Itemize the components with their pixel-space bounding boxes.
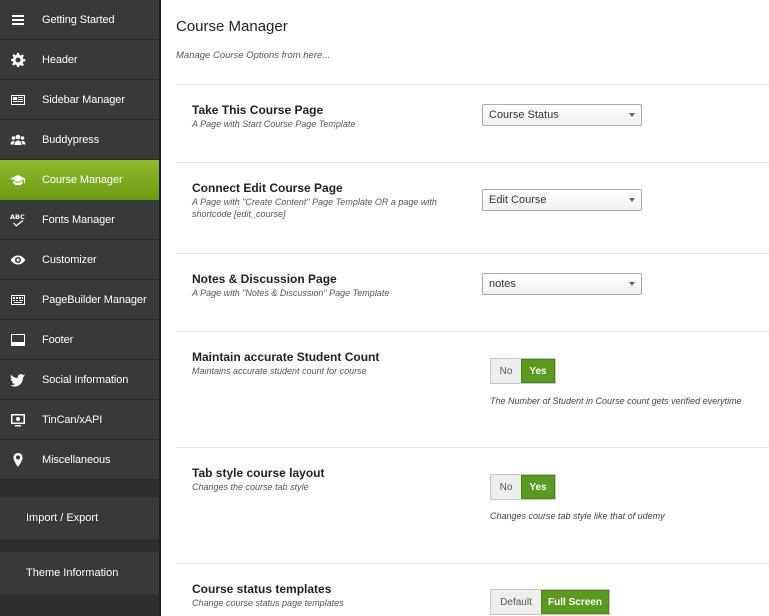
option-title: Notes & Discussion Page [192, 272, 337, 286]
sidebar-item-label: Course Manager [42, 173, 123, 186]
spellcheck-icon: ABC [10, 212, 26, 228]
notes-discussion-page-select[interactable]: notes [482, 273, 642, 295]
toggle-no-option[interactable]: No [491, 359, 521, 383]
sidebar-item-label: Fonts Manager [42, 213, 115, 226]
toggle-full-screen-option[interactable]: Full Screen [541, 590, 609, 614]
divider [176, 331, 769, 332]
sidebar-item-social-information[interactable]: Social Information [0, 360, 159, 400]
course-status-template-toggle[interactable]: Default Full Screen [490, 589, 610, 615]
sidebar-item-label: PageBuilder Manager [42, 293, 147, 306]
divider [176, 162, 769, 163]
tab-style-toggle[interactable]: No Yes [490, 474, 556, 500]
select-value: Course Status [489, 109, 559, 121]
student-count-toggle[interactable]: No Yes [490, 358, 556, 384]
sidebar-item-label: Theme Information [26, 567, 119, 579]
option-description: A Page with Start Course Page Template [192, 119, 356, 129]
chevron-down-icon [629, 113, 635, 117]
edit-course-page-select[interactable]: Edit Course [482, 189, 642, 211]
option-note: Changes course tab style like that of ud… [490, 511, 665, 521]
option-description: Maintains accurate student count for cou… [192, 366, 367, 376]
sidebar-item-header[interactable]: Header [0, 40, 159, 80]
toggle-yes-option[interactable]: Yes [521, 475, 555, 499]
take-course-page-select[interactable]: Course Status [482, 104, 642, 126]
sidebar-item-fonts-manager[interactable]: ABC Fonts Manager [0, 200, 159, 240]
select-value: Edit Course [489, 194, 547, 206]
sidebar-item-label: Social Information [42, 373, 129, 386]
option-title: Maintain accurate Student Count [192, 350, 380, 364]
sidebar-divider [0, 539, 159, 552]
sidebar-icon [10, 92, 26, 108]
sidebar-item-label: Getting Started [42, 13, 115, 26]
option-title: Connect Edit Course Page [192, 181, 343, 195]
option-description: A Page with "Notes & Discussion" Page Te… [192, 288, 390, 298]
svg-text:ABC: ABC [10, 213, 25, 221]
option-title: Tab style course layout [192, 466, 325, 480]
sidebar-item-label: TinCan/xAPI [42, 413, 103, 426]
gear-icon [10, 52, 26, 68]
select-value: notes [489, 278, 516, 290]
chevron-down-icon [629, 282, 635, 286]
sidebar-item-label: Miscellaneous [42, 453, 111, 466]
divider [176, 253, 769, 254]
option-description: A Page with "Create Content" Page Templa… [192, 197, 437, 219]
twitter-icon [10, 372, 26, 388]
sidebar-item-sidebar-manager[interactable]: Sidebar Manager [0, 80, 159, 120]
footer-icon [10, 332, 26, 348]
graduation-cap-icon [10, 172, 26, 188]
eye-icon [10, 252, 26, 268]
menu-icon [10, 12, 26, 28]
sidebar-item-getting-started[interactable]: Getting Started [0, 0, 159, 40]
keyboard-icon [10, 292, 26, 308]
sidebar-divider [0, 480, 159, 497]
sidebar-item-label: Footer [42, 333, 74, 346]
divider [176, 447, 769, 448]
option-description: Changes the course tab style [192, 482, 309, 492]
page-subtitle: Manage Course Options from here... [176, 50, 331, 61]
map-pin-icon [10, 452, 26, 468]
sidebar-item-pagebuilder-manager[interactable]: PageBuilder Manager [0, 280, 159, 320]
sidebar-item-theme-information[interactable]: Theme Information [0, 552, 159, 594]
option-note: The Number of Student in Course count ge… [490, 396, 742, 406]
sidebar-item-label: Sidebar Manager [42, 93, 125, 106]
option-title: Course status templates [192, 582, 332, 596]
sidebar-item-label: Header [42, 53, 78, 66]
sidebar-item-customizer[interactable]: Customizer [0, 240, 159, 280]
sidebar-item-import-export[interactable]: Import / Export [0, 497, 159, 539]
toggle-default-option[interactable]: Default [491, 590, 541, 614]
sidebar-item-label: Buddypress [42, 133, 100, 146]
toggle-no-option[interactable]: No [491, 475, 521, 499]
page-title: Course Manager [176, 18, 288, 35]
sidebar-item-miscellaneous[interactable]: Miscellaneous [0, 440, 159, 480]
toggle-yes-option[interactable]: Yes [521, 359, 555, 383]
users-icon [10, 132, 26, 148]
sidebar-divider [0, 594, 159, 616]
option-description: Change course status page templates [192, 598, 344, 608]
sidebar-item-label: Customizer [42, 253, 97, 266]
sidebar-item-label: Import / Export [26, 512, 99, 524]
sidebar-item-course-manager[interactable]: Course Manager [0, 160, 159, 200]
sidebar-item-buddypress[interactable]: Buddypress [0, 120, 159, 160]
sidebar-item-footer[interactable]: Footer [0, 320, 159, 360]
option-title: Take This Course Page [192, 103, 324, 117]
divider [176, 84, 769, 85]
sidebar: Getting Started Header Sidebar Manager B… [0, 0, 160, 616]
main-panel: Course Manager Manage Course Options fro… [161, 0, 769, 616]
monitor-icon [10, 412, 26, 428]
sidebar-item-tincan-xapi[interactable]: TinCan/xAPI [0, 400, 159, 440]
chevron-down-icon [629, 198, 635, 202]
divider [176, 563, 769, 564]
